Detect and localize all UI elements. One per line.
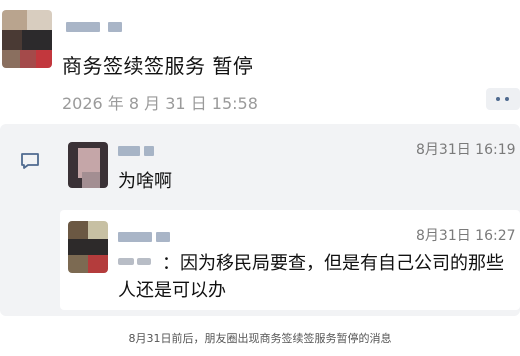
post-timestamp: 2026 年 8 月 31 日 15:58 [62, 94, 258, 113]
reply-timestamp: 8月31日 16:27 [416, 228, 516, 244]
image-caption: 8月31日前后，朋友圈出现商务签续签服务暂停的消息 [128, 332, 392, 345]
comment-timestamp: 8月31日 16:19 [416, 142, 516, 158]
comment-author-name[interactable] [118, 146, 158, 156]
comment-text: 为啥啊 [118, 171, 172, 192]
comment-avatar[interactable] [68, 142, 108, 188]
more-dots-icon [496, 97, 500, 101]
reply-text: ：因为移民局要查，但是有自己公司的那些人还是可以办 [118, 253, 504, 301]
reply-avatar[interactable] [68, 221, 108, 273]
more-options-button[interactable] [486, 88, 520, 110]
post-author-name[interactable] [66, 22, 126, 32]
comment-bubble-icon [21, 153, 39, 169]
post-text: 商务签续签服务 暂停 [62, 54, 254, 78]
reply-author-name[interactable] [118, 232, 174, 242]
post-author-avatar[interactable] [2, 10, 52, 68]
